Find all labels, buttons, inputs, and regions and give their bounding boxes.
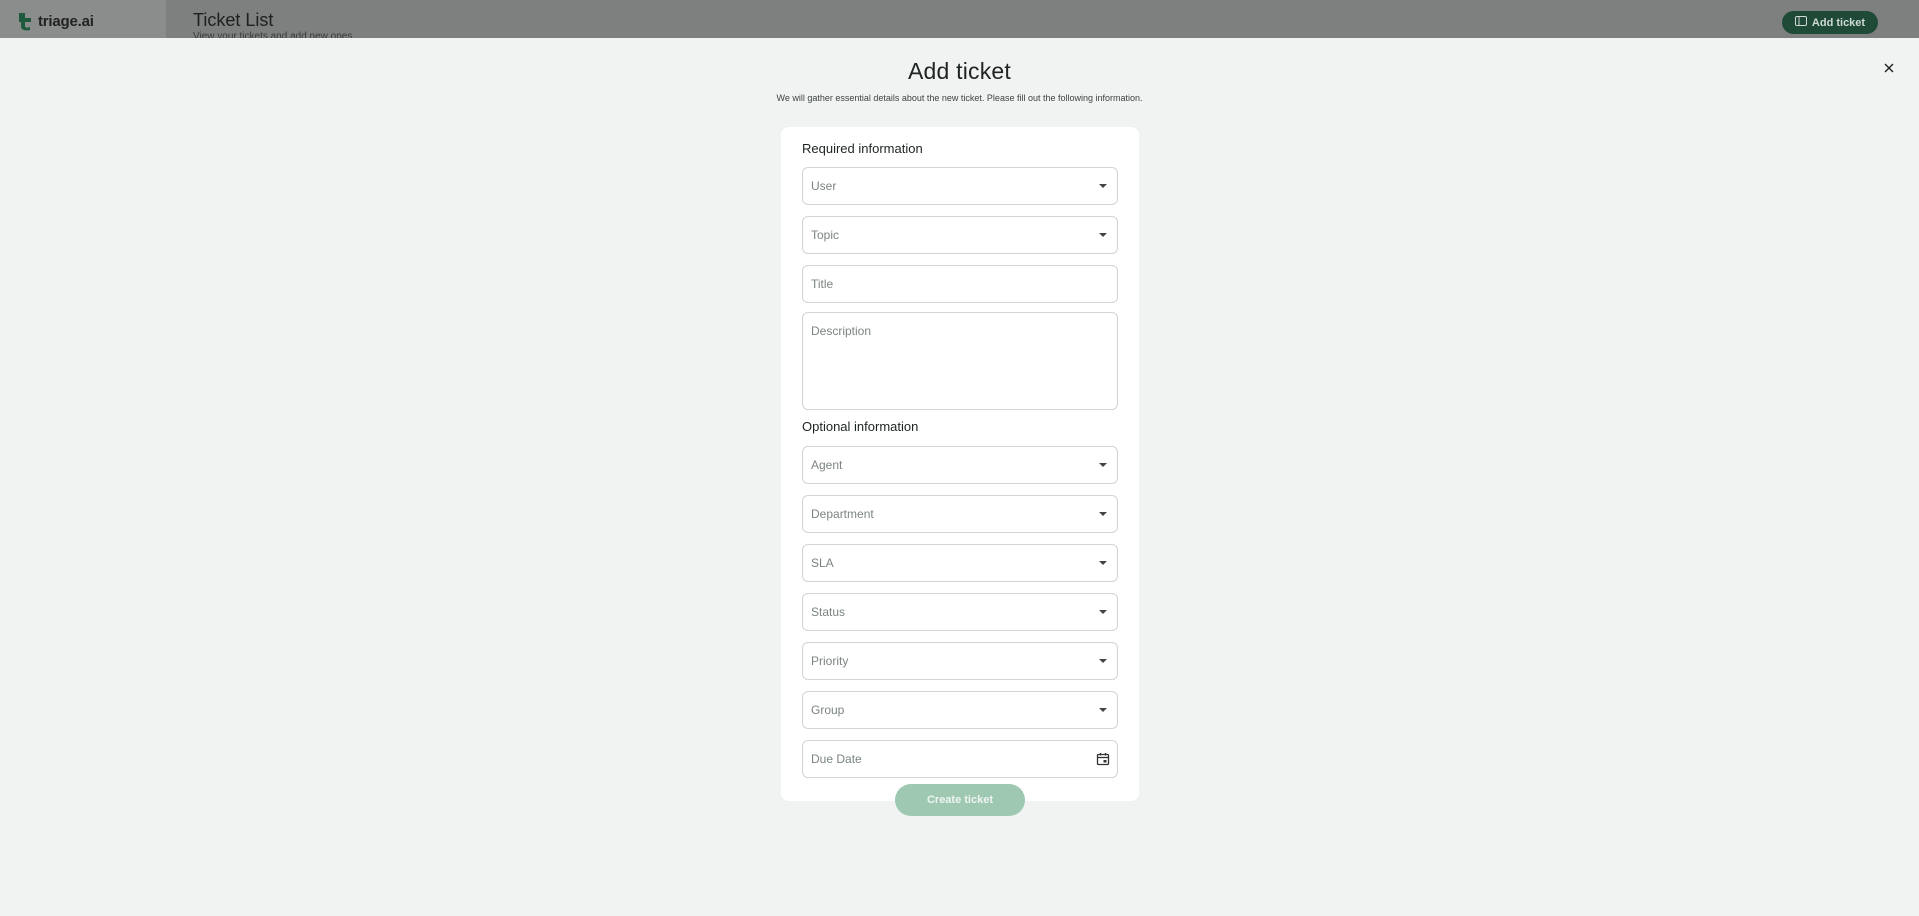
ticket-form-card: Required information User Topic Title De…: [781, 127, 1139, 801]
due-date-picker[interactable]: Due Date: [802, 740, 1118, 778]
group-placeholder: Group: [811, 703, 845, 717]
page-title: Ticket List: [193, 10, 274, 30]
add-ticket-modal: Add ticket We will gather essential deta…: [0, 38, 1919, 916]
description-textarea[interactable]: Description: [802, 312, 1118, 410]
status-placeholder: Status: [811, 605, 846, 619]
user-select[interactable]: User: [802, 167, 1118, 205]
due-date-placeholder: Due Date: [811, 752, 862, 766]
chevron-down-icon: [1099, 463, 1107, 467]
add-ticket-label: Add ticket: [1811, 16, 1866, 29]
description-placeholder: Description: [811, 324, 872, 338]
department-select[interactable]: Department: [802, 495, 1118, 533]
topic-select[interactable]: Topic: [802, 216, 1118, 254]
chevron-down-icon: [1099, 708, 1107, 712]
chevron-down-icon: [1099, 233, 1107, 237]
modal-title: Add ticket: [908, 58, 1011, 84]
page-subtitle: View your tickets and add new ones: [193, 31, 353, 38]
topic-placeholder: Topic: [811, 228, 840, 242]
agent-placeholder: Agent: [811, 458, 843, 472]
chevron-down-icon: [1099, 610, 1107, 614]
calendar-icon[interactable]: [1096, 752, 1110, 766]
title-input[interactable]: Title: [802, 265, 1118, 303]
agent-select[interactable]: Agent: [802, 446, 1118, 484]
sla-placeholder: SLA: [811, 556, 834, 570]
logo-text: triage.ai: [38, 12, 94, 30]
sla-select[interactable]: SLA: [802, 544, 1118, 582]
title-placeholder: Title: [811, 277, 834, 291]
required-section-label: Required information: [802, 141, 923, 156]
chevron-down-icon: [1099, 561, 1107, 565]
department-placeholder: Department: [811, 507, 874, 521]
user-placeholder: User: [811, 179, 837, 193]
app-logo: triage.ai: [16, 11, 94, 31]
chevron-down-icon: [1099, 659, 1107, 663]
add-ticket-button[interactable]: Add ticket: [1782, 11, 1878, 34]
optional-section-label: Optional information: [802, 419, 919, 434]
chevron-down-icon: [1099, 512, 1107, 516]
priority-placeholder: Priority: [811, 654, 849, 668]
modal-subtitle: We will gather essential details about t…: [776, 93, 1143, 103]
ticket-icon: [1794, 16, 1807, 29]
chevron-down-icon: [1099, 184, 1107, 188]
status-select[interactable]: Status: [802, 593, 1118, 631]
create-ticket-button[interactable]: Create ticket: [895, 784, 1025, 816]
triage-logo-icon: [16, 11, 34, 31]
priority-select[interactable]: Priority: [802, 642, 1118, 680]
group-select[interactable]: Group: [802, 691, 1118, 729]
